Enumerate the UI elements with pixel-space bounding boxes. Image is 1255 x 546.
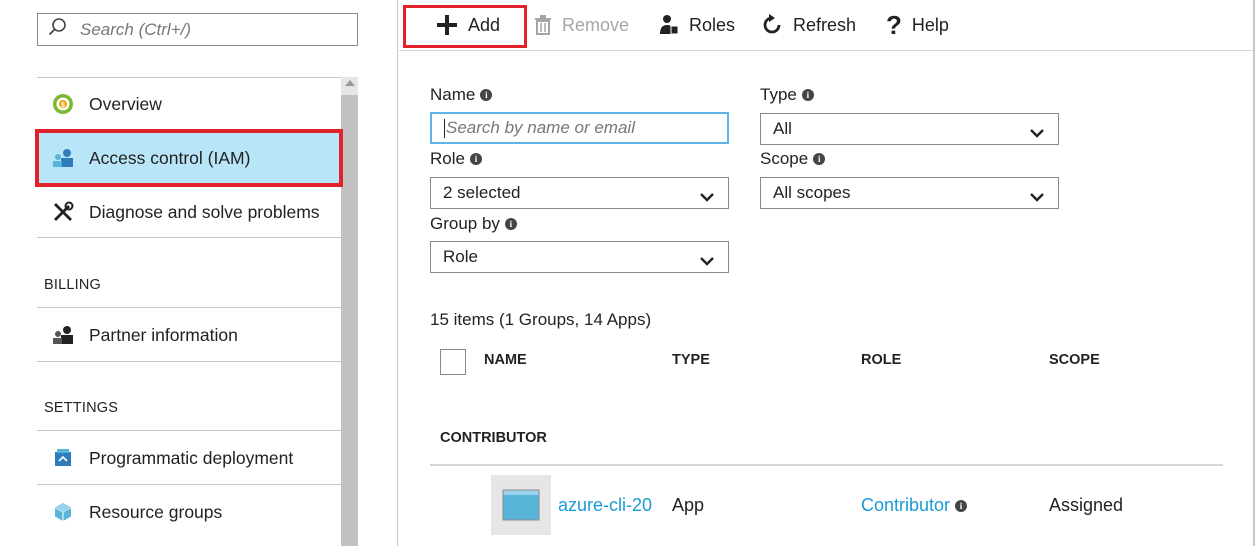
roles-label: Roles bbox=[689, 14, 736, 35]
app-icon bbox=[491, 475, 551, 535]
nav-item-label: Resource groups bbox=[89, 501, 223, 522]
name-search-placeholder: Search by name or email bbox=[446, 118, 635, 137]
nav-item-label: Access control (IAM) bbox=[89, 147, 251, 168]
command-bar: Add Remove Roles Refresh ? Help bbox=[399, 0, 1253, 51]
section-header-settings: SETTINGS bbox=[44, 400, 119, 416]
info-icon[interactable]: i bbox=[801, 89, 814, 101]
scope-label-text: Scope bbox=[760, 149, 809, 168]
groupby-dropdown[interactable]: Role bbox=[430, 241, 729, 273]
trash-icon bbox=[534, 15, 552, 35]
nav-item-resource-groups[interactable]: Resource groups bbox=[37, 485, 341, 539]
left-nav-pane: Search (Ctrl+/) $ Overview Access contro… bbox=[0, 0, 398, 546]
help-icon: ? bbox=[886, 9, 902, 40]
nav-scrollbar[interactable] bbox=[341, 77, 358, 546]
chevron-down-icon bbox=[1030, 187, 1044, 207]
refresh-button[interactable]: Refresh bbox=[761, 0, 856, 50]
plus-icon bbox=[436, 14, 458, 36]
role-dropdown[interactable]: 2 selected bbox=[430, 177, 729, 209]
type-dropdown[interactable]: All bbox=[760, 113, 1059, 145]
chevron-down-icon bbox=[700, 187, 714, 207]
scope-filter-label: Scope i bbox=[760, 149, 826, 169]
svg-text:$: $ bbox=[61, 102, 65, 109]
nav-item-partner-information[interactable]: Partner information bbox=[37, 308, 341, 362]
groupby-filter-label: Group by i bbox=[430, 214, 517, 234]
nav-item-label: Programmatic deployment bbox=[89, 447, 294, 468]
users-icon bbox=[50, 322, 76, 348]
name-filter-label: Name i bbox=[430, 85, 493, 105]
add-button[interactable]: Add bbox=[436, 0, 500, 50]
name-search-input[interactable]: Search by name or email bbox=[430, 112, 729, 144]
column-header-name[interactable]: NAME bbox=[484, 352, 527, 368]
type-dropdown-value: All bbox=[773, 119, 792, 138]
chevron-down-icon bbox=[700, 251, 714, 271]
scope-dropdown-value: All scopes bbox=[773, 183, 851, 202]
role-label-text: Role bbox=[430, 149, 465, 168]
group-divider bbox=[430, 464, 1223, 466]
row-role-link[interactable]: Contributor bbox=[861, 495, 950, 516]
info-icon[interactable]: i bbox=[469, 153, 482, 165]
nav-item-overview[interactable]: $ Overview bbox=[37, 77, 341, 131]
items-count: 15 items (1 Groups, 14 Apps) bbox=[430, 310, 652, 329]
column-header-type[interactable]: TYPE bbox=[672, 352, 710, 368]
search-placeholder: Search (Ctrl+/) bbox=[80, 19, 191, 39]
info-icon[interactable]: i bbox=[955, 499, 968, 512]
resource-group-icon bbox=[50, 499, 76, 525]
nav-item-programmatic-deployment[interactable]: Programmatic deployment bbox=[37, 431, 341, 485]
name-label-text: Name bbox=[430, 85, 476, 104]
role-dropdown-value: 2 selected bbox=[443, 183, 521, 202]
nav-item-label: Diagnose and solve problems bbox=[89, 201, 320, 222]
info-icon[interactable]: i bbox=[480, 89, 493, 101]
type-filter-label: Type i bbox=[760, 85, 814, 105]
search-icon bbox=[48, 17, 68, 42]
text-cursor bbox=[444, 118, 445, 138]
wrench-icon bbox=[50, 199, 76, 225]
row-scope: Assigned bbox=[1049, 495, 1124, 515]
groupby-label-text: Group by bbox=[430, 214, 500, 233]
scrollbar-thumb[interactable] bbox=[341, 95, 358, 546]
nav-item-access-control[interactable]: Access control (IAM) bbox=[35, 129, 343, 187]
remove-button[interactable]: Remove bbox=[534, 0, 629, 50]
row-name-link[interactable]: azure-cli-20 bbox=[558, 495, 656, 516]
nav-item-label: Overview bbox=[89, 93, 162, 114]
scope-dropdown[interactable]: All scopes bbox=[760, 177, 1059, 209]
column-header-role[interactable]: ROLE bbox=[861, 352, 901, 368]
row-type: App bbox=[672, 495, 705, 515]
info-icon[interactable]: i bbox=[504, 218, 517, 230]
add-label: Add bbox=[468, 14, 501, 35]
refresh-icon bbox=[761, 14, 783, 36]
group-header-contributor: CONTRIBUTOR bbox=[440, 430, 547, 446]
overview-icon: $ bbox=[50, 91, 76, 117]
refresh-label: Refresh bbox=[793, 14, 857, 35]
role-filter-label: Role i bbox=[430, 149, 482, 169]
groupby-dropdown-value: Role bbox=[443, 247, 478, 266]
help-button[interactable]: ? Help bbox=[886, 0, 949, 50]
info-icon[interactable]: i bbox=[813, 153, 826, 165]
iam-blade: Add Remove Roles Refresh ? Help Name i S… bbox=[399, 0, 1255, 546]
scroll-up-icon[interactable] bbox=[345, 80, 355, 86]
roles-icon bbox=[659, 14, 679, 36]
row-role: Contributor i bbox=[861, 495, 968, 516]
select-all-checkbox[interactable] bbox=[440, 349, 466, 375]
nav-divider bbox=[37, 237, 341, 238]
nav-search-input[interactable]: Search (Ctrl+/) bbox=[37, 13, 358, 46]
nav-item-diagnose[interactable]: Diagnose and solve problems bbox=[37, 185, 341, 239]
help-label: Help bbox=[911, 14, 949, 35]
roles-button[interactable]: Roles bbox=[659, 0, 735, 50]
remove-label: Remove bbox=[562, 14, 630, 35]
nav-divider bbox=[37, 361, 341, 362]
type-label-text: Type bbox=[760, 85, 797, 104]
column-header-scope[interactable]: SCOPE bbox=[1049, 352, 1100, 368]
iam-icon bbox=[50, 145, 76, 171]
deployment-icon bbox=[50, 445, 76, 471]
section-header-billing: BILLING bbox=[44, 277, 102, 293]
nav-item-label: Partner information bbox=[89, 324, 238, 345]
chevron-down-icon bbox=[1030, 123, 1044, 143]
